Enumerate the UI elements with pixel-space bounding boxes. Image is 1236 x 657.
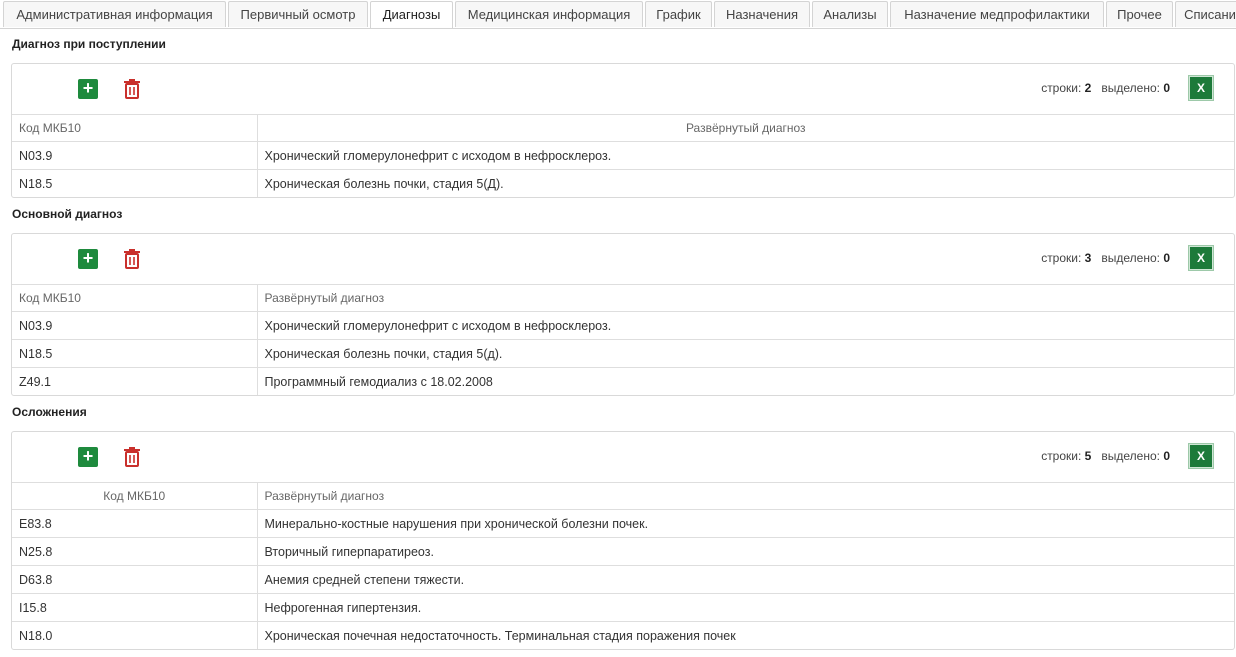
cell-icd10-code: N18.5 xyxy=(12,169,257,197)
table-row[interactable]: N18.5 Хроническая болезнь почки, стадия 5… xyxy=(12,169,1234,197)
selected-count: 0 xyxy=(1163,251,1170,265)
table-row[interactable]: N03.9 Хронический гломерулонефрит с исход… xyxy=(12,141,1234,170)
cell-diagnosis: Вторичный гиперпаратиреоз. xyxy=(256,537,1234,566)
tab-initial-exam[interactable]: Первичный осмотр xyxy=(228,1,368,27)
section-title-complications: Осложнения xyxy=(12,405,87,419)
diagnosis-table: Код МКБ10 Развёрнутый диагноз N03.9 Хрони… xyxy=(12,284,1234,395)
panel-main-diagnosis: + строки: 3 выделено: 0 X Код МКБ10 Разв… xyxy=(11,233,1235,396)
panel-complications: + строки: 5 выделено: 0 X Код МКБ10 Разв… xyxy=(11,431,1235,650)
table-row[interactable]: N25.8 Вторичный гиперпаратиреоз. xyxy=(12,537,1234,566)
cell-diagnosis: Нефрогенная гипертензия. xyxy=(256,593,1234,622)
cell-icd10-code: E83.8 xyxy=(12,509,257,538)
trash-icon xyxy=(124,79,140,99)
rows-count: 2 xyxy=(1084,81,1092,95)
cell-diagnosis: Минерально-костные нарушения при хрониче… xyxy=(256,509,1234,538)
tab-administrative-info[interactable]: Административная информация xyxy=(3,1,226,27)
column-header-diagnosis[interactable]: Развёрнутый диагноз xyxy=(256,114,1234,142)
column-header-icd10[interactable]: Код МКБ10 xyxy=(12,482,257,510)
table-header-row: Код МКБ10 Развёрнутый диагноз xyxy=(12,114,1234,142)
rows-label: строки: xyxy=(1041,81,1082,95)
export-excel-button[interactable]: X xyxy=(1188,75,1214,101)
tab-schedule[interactable]: График xyxy=(645,1,712,27)
column-header-diagnosis[interactable]: Развёрнутый диагноз xyxy=(256,482,1234,510)
panel-toolbar: + строки: 5 выделено: 0 X xyxy=(12,432,1234,482)
cell-icd10-code: N18.0 xyxy=(12,621,257,649)
tab-bar: Административная информация Первичный ос… xyxy=(0,0,1236,29)
diagnosis-table: Код МКБ10 Развёрнутый диагноз E83.8 Минер… xyxy=(12,482,1234,649)
table-header-row: Код МКБ10 Развёрнутый диагноз xyxy=(12,482,1234,510)
cell-diagnosis: Хронический гломерулонефрит с исходом в … xyxy=(256,311,1234,340)
column-header-icd10[interactable]: Код МКБ10 xyxy=(12,284,257,312)
export-excel-button[interactable]: X xyxy=(1188,245,1214,271)
table-header-row: Код МКБ10 Развёрнутый диагноз xyxy=(12,284,1234,312)
table-row[interactable]: Z49.1 Программный гемодиализ с 18.02.2008 xyxy=(12,367,1234,395)
rows-count: 3 xyxy=(1084,251,1092,265)
row-count-info: строки: 3 выделено: 0 xyxy=(1041,251,1170,265)
cell-icd10-code: N03.9 xyxy=(12,311,257,340)
selected-count: 0 xyxy=(1163,449,1170,463)
panel-admission-diagnosis: + строки: 2 выделено: 0 X Код МКБ10 Разв… xyxy=(11,63,1235,198)
cell-diagnosis: Хроническая почечная недостаточность. Те… xyxy=(256,621,1234,649)
cell-diagnosis: Анемия средней степени тяжести. xyxy=(256,565,1234,594)
add-button[interactable]: + xyxy=(78,79,98,99)
selected-label: выделено: xyxy=(1101,251,1160,265)
delete-button[interactable] xyxy=(123,78,141,100)
cell-icd10-code: I15.8 xyxy=(12,593,257,622)
tab-write-off[interactable]: Списани xyxy=(1175,1,1236,27)
diagnosis-table: Код МКБ10 Развёрнутый диагноз N03.9 Хрони… xyxy=(12,114,1234,197)
row-count-info: строки: 2 выделено: 0 xyxy=(1041,81,1170,95)
cell-icd10-code: N25.8 xyxy=(12,537,257,566)
table-row[interactable]: D63.8 Анемия средней степени тяжести. xyxy=(12,565,1234,594)
cell-icd10-code: Z49.1 xyxy=(12,367,257,395)
table-row[interactable]: E83.8 Минерально-костные нарушения при хр… xyxy=(12,509,1234,538)
table-row[interactable]: N18.0 Хроническая почечная недостаточност… xyxy=(12,621,1234,649)
add-button[interactable]: + xyxy=(78,447,98,467)
trash-icon xyxy=(124,249,140,269)
cell-diagnosis: Программный гемодиализ с 18.02.2008 xyxy=(256,367,1234,395)
section-title-main-diagnosis: Основной диагноз xyxy=(12,207,123,221)
selected-label: выделено: xyxy=(1101,449,1160,463)
tab-diagnoses[interactable]: Диагнозы xyxy=(370,1,453,28)
tab-other[interactable]: Прочее xyxy=(1106,1,1173,27)
section-title-admission-diagnosis: Диагноз при поступлении xyxy=(12,37,166,51)
add-button[interactable]: + xyxy=(78,249,98,269)
tab-analyses[interactable]: Анализы xyxy=(812,1,888,27)
cell-icd10-code: D63.8 xyxy=(12,565,257,594)
export-excel-button[interactable]: X xyxy=(1188,443,1214,469)
column-header-icd10[interactable]: Код МКБ10 xyxy=(12,114,257,142)
cell-diagnosis: Хроническая болезнь почки, стадия 5(д). xyxy=(256,339,1234,368)
row-count-info: строки: 5 выделено: 0 xyxy=(1041,449,1170,463)
table-row[interactable]: N03.9 Хронический гломерулонефрит с исход… xyxy=(12,311,1234,340)
cell-diagnosis: Хронический гломерулонефрит с исходом в … xyxy=(256,141,1234,170)
tab-medical-info[interactable]: Медицинская информация xyxy=(455,1,643,27)
rows-label: строки: xyxy=(1041,251,1082,265)
panel-toolbar: + строки: 3 выделено: 0 X xyxy=(12,234,1234,284)
tab-prescriptions[interactable]: Назначения xyxy=(714,1,810,27)
column-header-diagnosis[interactable]: Развёрнутый диагноз xyxy=(256,284,1234,312)
tab-prophylaxis[interactable]: Назначение медпрофилактики xyxy=(890,1,1104,27)
delete-button[interactable] xyxy=(123,248,141,270)
cell-icd10-code: N18.5 xyxy=(12,339,257,368)
rows-label: строки: xyxy=(1041,449,1082,463)
cell-diagnosis: Хроническая болезнь почки, стадия 5(Д). xyxy=(256,169,1234,197)
table-row[interactable]: N18.5 Хроническая болезнь почки, стадия 5… xyxy=(12,339,1234,368)
table-row[interactable]: I15.8 Нефрогенная гипертензия. xyxy=(12,593,1234,622)
rows-count: 5 xyxy=(1084,449,1092,463)
selected-count: 0 xyxy=(1163,81,1170,95)
cell-icd10-code: N03.9 xyxy=(12,141,257,170)
panel-toolbar: + строки: 2 выделено: 0 X xyxy=(12,64,1234,114)
trash-icon xyxy=(124,447,140,467)
delete-button[interactable] xyxy=(123,446,141,468)
selected-label: выделено: xyxy=(1101,81,1160,95)
